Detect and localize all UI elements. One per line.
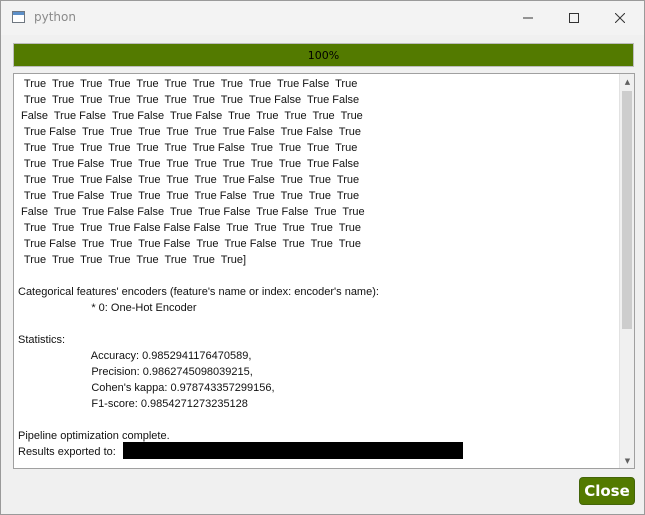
scroll-thumb[interactable] (622, 91, 632, 329)
redacted-path (123, 442, 463, 459)
log-line: True False True True True True True True… (18, 126, 361, 138)
log-line: True True True False True True True True… (18, 174, 360, 186)
log-line: * 0: One-Hot Encoder (18, 302, 197, 314)
log-line: True False True True True False True Tru… (18, 238, 361, 250)
app-window: python 100% True True True True True Tru… (0, 0, 645, 515)
vertical-scrollbar[interactable]: ▲ ▼ (619, 74, 634, 468)
log-line: True True False True True True True True… (18, 158, 360, 170)
progress-bar: 100% (13, 43, 634, 67)
log-line: True True False True True True True Fals… (18, 190, 360, 202)
log-line: Categorical features' encoders (feature'… (18, 286, 379, 298)
log-line: Accuracy: 0.9852941176470589, (18, 350, 252, 362)
log-line: True True True True False False False Tr… (18, 222, 361, 234)
log-line: True True True True True True True False… (18, 142, 358, 154)
log-line: False True False True False True False T… (18, 110, 363, 122)
scroll-down-arrow-icon[interactable]: ▼ (620, 453, 634, 468)
log-line: F1-score: 0.9854271273235128 (18, 398, 248, 410)
log-output[interactable]: True True True True True True True True … (13, 73, 635, 469)
log-line: Cohen's kappa: 0.978743357299156, (18, 382, 275, 394)
log-text: True True True True True True True True … (18, 76, 618, 460)
log-line: True True True True True True True True … (18, 78, 358, 90)
progress-label: 100% (307, 48, 340, 62)
close-button[interactable]: Close (579, 477, 635, 505)
log-line: False True True False False True True Fa… (18, 206, 365, 218)
window-icon (12, 11, 25, 23)
maximize-icon (569, 13, 579, 23)
log-line: True True True True True True True True] (18, 254, 247, 266)
log-line: Precision: 0.9862745098039215, (18, 366, 253, 378)
maximize-button[interactable] (551, 1, 597, 35)
log-line: Statistics: (18, 334, 66, 346)
close-icon (615, 13, 625, 23)
log-line: True True True True True True True True … (18, 94, 360, 106)
minimize-button[interactable] (505, 1, 551, 35)
title-bar[interactable]: python (1, 1, 644, 35)
window-title: python (34, 10, 76, 24)
close-window-button[interactable] (597, 1, 643, 35)
minimize-icon (523, 17, 533, 19)
scroll-up-arrow-icon[interactable]: ▲ (620, 74, 634, 89)
